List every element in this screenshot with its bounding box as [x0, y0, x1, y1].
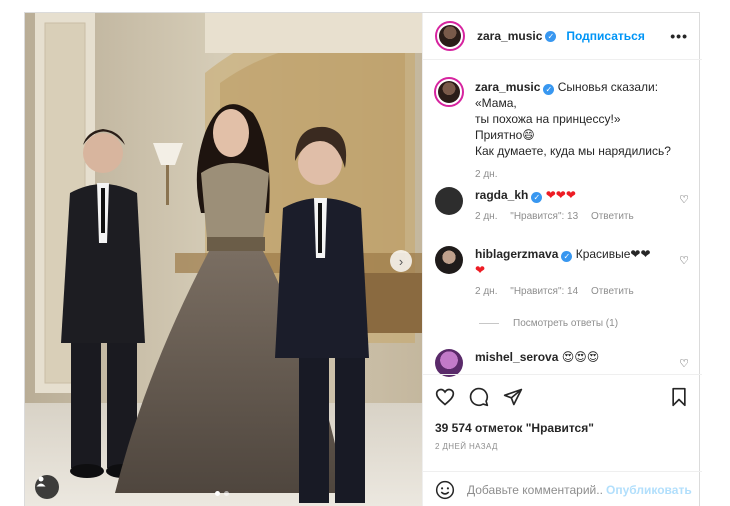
comment-item: ragda_kh ✓ ❤❤❤ 2 дн. "Нравится": 13 Ответ…: [435, 187, 697, 225]
instagram-post: › zara_music ✓ Подписаться ••• zara_musi…: [24, 12, 702, 506]
chevron-right-icon: ›: [398, 253, 404, 269]
photo-scene: [25, 13, 422, 506]
more-icon[interactable]: •••: [670, 28, 688, 44]
add-comment-bar: Опубликовать: [423, 471, 702, 506]
post-photo[interactable]: ›: [25, 13, 422, 506]
view-replies-label[interactable]: Посмотреть ответы (1): [513, 318, 618, 329]
caption-avatar[interactable]: [434, 77, 464, 107]
comment-time[interactable]: 2 дн.: [475, 211, 497, 222]
author-avatar[interactable]: [435, 21, 465, 51]
comment-text: Красивые❤❤: [575, 247, 651, 261]
reply-button[interactable]: Ответить: [591, 211, 634, 222]
carousel-dots: [215, 491, 229, 496]
next-slide-button[interactable]: ›: [390, 250, 412, 272]
comment-item: hiblagerzmava ✓ Красивые❤❤ ❤ 2 дн. "Нрави…: [435, 246, 697, 300]
likes-count[interactable]: 39 574 отметок "Нравится": [435, 421, 594, 435]
comment-icon[interactable]: [469, 387, 489, 407]
comment-username[interactable]: ragda_kh: [475, 188, 528, 202]
comment-likes[interactable]: "Нравится": 13: [510, 211, 578, 222]
heart-icon[interactable]: ♡: [679, 357, 689, 370]
carousel-dot: [224, 491, 229, 496]
comment-avatar[interactable]: [435, 187, 463, 215]
caption-line2: ты похожа на принцессу!»: [475, 112, 621, 126]
caption-time[interactable]: 2 дн.: [475, 169, 497, 180]
caption: zara_music ✓ Сыновья сказали: «Мама, ты п…: [434, 77, 697, 183]
follow-button[interactable]: Подписаться: [566, 29, 644, 43]
bookmark-icon[interactable]: [670, 387, 688, 407]
verified-icon: ✓: [543, 84, 555, 95]
user-tag-icon: [36, 476, 46, 487]
post-sidebar: zara_music ✓ Подписаться ••• zara_music ✓…: [422, 13, 702, 506]
heart-icon[interactable]: [435, 387, 455, 407]
comment-text-2: ❤: [475, 263, 486, 277]
carousel-dot-active: [215, 491, 220, 496]
comment-username[interactable]: hiblagerzmava: [475, 247, 558, 261]
comment-time[interactable]: 2 дн.: [475, 286, 497, 297]
comment-likes[interactable]: "Нравится": 14: [510, 286, 578, 297]
post-date[interactable]: 2 ДНЕЙ НАЗАД: [435, 442, 498, 451]
reply-button[interactable]: Ответить: [591, 286, 634, 297]
verified-icon: ✓: [561, 251, 573, 262]
comment-text: ❤❤❤: [545, 188, 576, 202]
share-icon[interactable]: [503, 387, 523, 407]
view-replies[interactable]: Посмотреть ответы (1): [479, 318, 618, 329]
user-tags-button[interactable]: [35, 475, 59, 499]
heart-icon[interactable]: ♡: [679, 254, 689, 267]
publish-button[interactable]: Опубликовать: [606, 483, 692, 497]
comment-avatar[interactable]: [435, 246, 463, 274]
heart-icon[interactable]: ♡: [679, 193, 689, 206]
verified-icon: ✓: [531, 192, 543, 203]
comment-text: 😍😍😍: [561, 350, 600, 364]
comment-avatar[interactable]: [435, 349, 463, 377]
author-username[interactable]: zara_music: [477, 29, 542, 43]
verified-icon: ✓: [545, 30, 557, 42]
emoji-icon[interactable]: [435, 480, 455, 500]
comment-input[interactable]: [467, 482, 602, 497]
comment-username[interactable]: mishel_serova: [475, 350, 558, 364]
post-header: zara_music ✓ Подписаться •••: [423, 13, 702, 60]
caption-username[interactable]: zara_music: [475, 80, 540, 94]
caption-line3: Приятно😄: [475, 128, 535, 142]
caption-line4: Как думаете, куда мы нарядились?: [475, 144, 671, 158]
comment-item: mishel_serova 😍😍😍 ♡: [435, 349, 697, 377]
